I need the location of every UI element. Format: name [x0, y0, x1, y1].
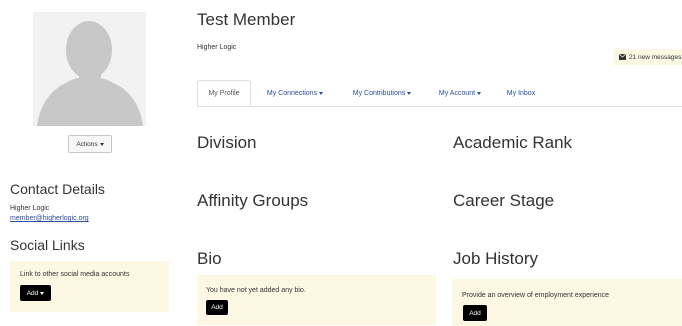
person-silhouette-icon — [33, 12, 146, 126]
tab-label: My Inbox — [506, 89, 536, 97]
tab-my-inbox[interactable]: My Inbox — [497, 80, 545, 106]
member-name: Test Member — [197, 10, 296, 29]
bio-heading: Bio — [197, 249, 222, 268]
academic-rank-heading: Academic Rank — [453, 133, 573, 152]
chevron-down-icon — [407, 91, 412, 95]
chevron-down-icon — [99, 142, 104, 146]
career-stage-heading: Career Stage — [453, 191, 555, 210]
job-history-add-button[interactable]: Add — [463, 305, 487, 321]
job-history-text: Provide an overview of employment experi… — [462, 292, 610, 299]
chevron-down-icon — [319, 91, 324, 95]
tab-label: My Account — [438, 89, 476, 97]
new-messages-text: 21 new messages — [629, 53, 682, 61]
division-heading: Division — [197, 133, 257, 152]
actions-label: Actions — [76, 140, 98, 148]
bio-add-label: Add — [211, 304, 223, 311]
affinity-groups-heading: Affinity Groups — [197, 191, 309, 210]
new-messages-badge[interactable]: 21 new messages — [613, 49, 682, 65]
bio-empty-text: You have not yet added any bio. — [206, 287, 306, 294]
tab-label: My Profile — [208, 89, 240, 97]
social-add-button[interactable]: Add — [20, 285, 51, 301]
avatar — [33, 12, 146, 126]
contact-details-heading: Contact Details — [10, 181, 105, 197]
tab-label: My Connections — [266, 89, 318, 97]
job-history-heading: Job History — [453, 249, 539, 268]
social-add-label: Add — [26, 289, 39, 297]
chevron-down-icon — [40, 291, 45, 295]
chevron-down-icon — [477, 91, 482, 95]
envelope-icon — [619, 54, 626, 60]
bio-panel — [197, 275, 436, 325]
actions-dropdown-button[interactable]: Actions — [68, 135, 112, 153]
member-org: Higher Logic — [197, 44, 237, 51]
bio-add-button[interactable]: Add — [206, 300, 228, 315]
contact-org: Higher Logic — [10, 205, 50, 212]
social-links-heading: Social Links — [10, 237, 85, 253]
tab-my-contributions[interactable]: My Contributions — [340, 80, 424, 106]
contact-email-link[interactable]: member@higherlogic.org — [10, 215, 89, 222]
profile-tabs: My Profile My Connections My Contributio… — [197, 80, 682, 107]
job-history-add-label: Add — [469, 309, 481, 317]
social-links-text: Link to other social media accounts — [20, 271, 130, 278]
tab-my-account[interactable]: My Account — [429, 80, 491, 106]
tab-my-profile[interactable]: My Profile — [197, 80, 251, 106]
tab-label: My Contributions — [352, 89, 406, 97]
tab-my-connections[interactable]: My Connections — [255, 80, 335, 106]
